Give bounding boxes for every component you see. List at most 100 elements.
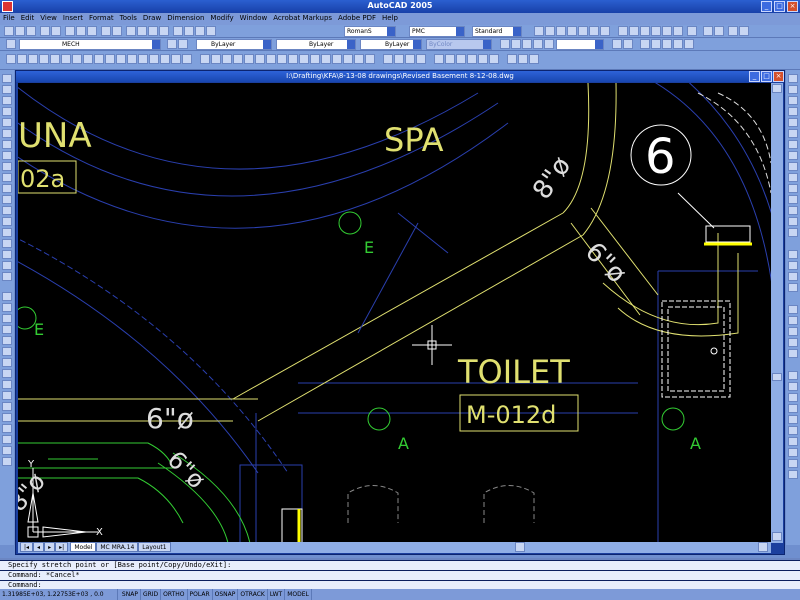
draworder-icon[interactable] [788, 448, 798, 457]
help-icon[interactable] [206, 26, 216, 36]
scale-tool-icon[interactable] [2, 369, 12, 378]
menu-format[interactable]: Format [86, 13, 117, 23]
menu-edit[interactable]: Edit [18, 13, 38, 23]
dim-diameter-icon[interactable] [788, 140, 798, 149]
angular-dim-icon[interactable] [589, 26, 599, 36]
explode-icon[interactable] [365, 54, 375, 64]
pdf-icon[interactable] [507, 54, 517, 64]
menu-draw[interactable]: Draw [140, 13, 164, 23]
clip-icon[interactable] [394, 54, 404, 64]
text-tool-icon[interactable] [2, 272, 12, 281]
scroll-thumb[interactable] [772, 373, 782, 381]
rotate-icon[interactable] [266, 54, 276, 64]
zoom-window-icon[interactable] [148, 26, 158, 36]
region-tool-icon[interactable] [2, 250, 12, 259]
id-point-icon[interactable] [739, 26, 749, 36]
break-icon[interactable] [321, 54, 331, 64]
status-grid[interactable]: GRID [141, 589, 162, 600]
orbit-icon[interactable] [623, 39, 633, 49]
doc-close-button[interactable]: × [773, 71, 784, 82]
vertical-scrollbar[interactable] [771, 83, 783, 543]
fillet-tool-icon[interactable] [2, 446, 12, 455]
scroll-up-button[interactable] [772, 84, 782, 93]
tolerance-icon[interactable] [788, 206, 798, 215]
menu-dimension[interactable]: Dimension [164, 13, 207, 23]
dim-style-select[interactable]: PMC [409, 26, 465, 37]
layer-isolate-icon[interactable] [445, 54, 455, 64]
point-tool-icon[interactable] [2, 217, 12, 226]
table-style-select[interactable]: Standard [472, 26, 522, 37]
coordinate-readout[interactable]: 1.31985E+03, 1.22753E+03 , 0.0 [0, 589, 118, 600]
construction-line-icon[interactable] [17, 54, 27, 64]
layer-walk-icon[interactable] [489, 54, 499, 64]
chamfer-tool-icon[interactable] [2, 435, 12, 444]
revcloud-icon[interactable] [83, 54, 93, 64]
status-osnap[interactable]: OSNAP [213, 589, 239, 600]
menu-insert[interactable]: Insert [60, 13, 86, 23]
scenes-icon[interactable] [662, 39, 672, 49]
scale-text-icon[interactable] [788, 404, 798, 413]
ucs-icon[interactable] [500, 39, 510, 49]
status-otrack[interactable]: OTRACK [238, 589, 268, 600]
ucs-world-icon[interactable] [511, 39, 521, 49]
join-icon[interactable] [332, 54, 342, 64]
line-tool-icon[interactable] [2, 74, 12, 83]
inquiry-massprop-icon[interactable] [788, 327, 798, 336]
maximize-button[interactable]: □ [774, 1, 785, 12]
table-tool-icon[interactable] [2, 261, 12, 270]
osnap-quadrant-icon[interactable] [662, 26, 672, 36]
osnap-midpoint-icon[interactable] [629, 26, 639, 36]
inquiry-list-icon[interactable] [788, 338, 798, 347]
hscroll-right-button[interactable] [758, 542, 768, 552]
point-icon[interactable] [138, 54, 148, 64]
open-icon[interactable] [15, 26, 25, 36]
copy-tool-icon[interactable] [2, 303, 12, 312]
extend-icon[interactable] [310, 54, 320, 64]
polygon-icon[interactable] [39, 54, 49, 64]
ellipse-icon[interactable] [105, 54, 115, 64]
measure-icon[interactable] [703, 26, 713, 36]
lights-icon[interactable] [673, 39, 683, 49]
inquiry-locate-icon[interactable] [788, 349, 798, 358]
lineweight-select[interactable]: ByLayer [360, 39, 422, 50]
aligned-dim-icon[interactable] [545, 26, 555, 36]
inquiry-distance-icon[interactable] [788, 305, 798, 314]
tab-nav-first[interactable]: |◂ [20, 542, 34, 552]
menu-window[interactable]: Window [237, 13, 271, 23]
refedit-icon[interactable] [416, 54, 426, 64]
paste-icon[interactable] [87, 26, 97, 36]
dim-arc-icon[interactable] [788, 96, 798, 105]
polyline-icon[interactable] [28, 54, 38, 64]
array-icon[interactable] [244, 54, 254, 64]
copy-icon[interactable] [76, 26, 86, 36]
chamfer-icon[interactable] [343, 54, 353, 64]
offset-icon[interactable] [233, 54, 243, 64]
ordinate-dim-icon[interactable] [556, 26, 566, 36]
redo-icon[interactable] [112, 26, 122, 36]
plotstyle-select[interactable]: ByColor [426, 39, 492, 50]
match-properties-icon[interactable] [788, 437, 798, 446]
status-lwt[interactable]: LWT [268, 589, 286, 600]
spell-icon[interactable] [788, 393, 798, 402]
osnap-endpoint-icon[interactable] [618, 26, 628, 36]
insert-tool-icon[interactable] [2, 195, 12, 204]
tab-mc-mra[interactable]: MC MRA.14 [96, 542, 139, 552]
convert-space-icon[interactable] [788, 426, 798, 435]
quick-dim-icon[interactable] [600, 26, 610, 36]
menu-tools[interactable]: Tools [117, 13, 140, 23]
spline-tool-icon[interactable] [2, 162, 12, 171]
pdf-review-icon[interactable] [529, 54, 539, 64]
stretch-icon[interactable] [288, 54, 298, 64]
layer-manager-icon[interactable] [6, 39, 16, 49]
menu-modify[interactable]: Modify [207, 13, 236, 23]
close-button[interactable]: × [787, 1, 798, 12]
arc-icon[interactable] [61, 54, 71, 64]
table-icon[interactable] [171, 54, 181, 64]
layer-select[interactable]: MECH [19, 39, 161, 50]
justify-text-icon[interactable] [788, 415, 798, 424]
diameter-dim-icon[interactable] [578, 26, 588, 36]
qleader-icon[interactable] [788, 195, 798, 204]
make-block-icon[interactable] [127, 54, 137, 64]
insert-block-icon[interactable] [116, 54, 126, 64]
dim-aligned-icon[interactable] [788, 85, 798, 94]
